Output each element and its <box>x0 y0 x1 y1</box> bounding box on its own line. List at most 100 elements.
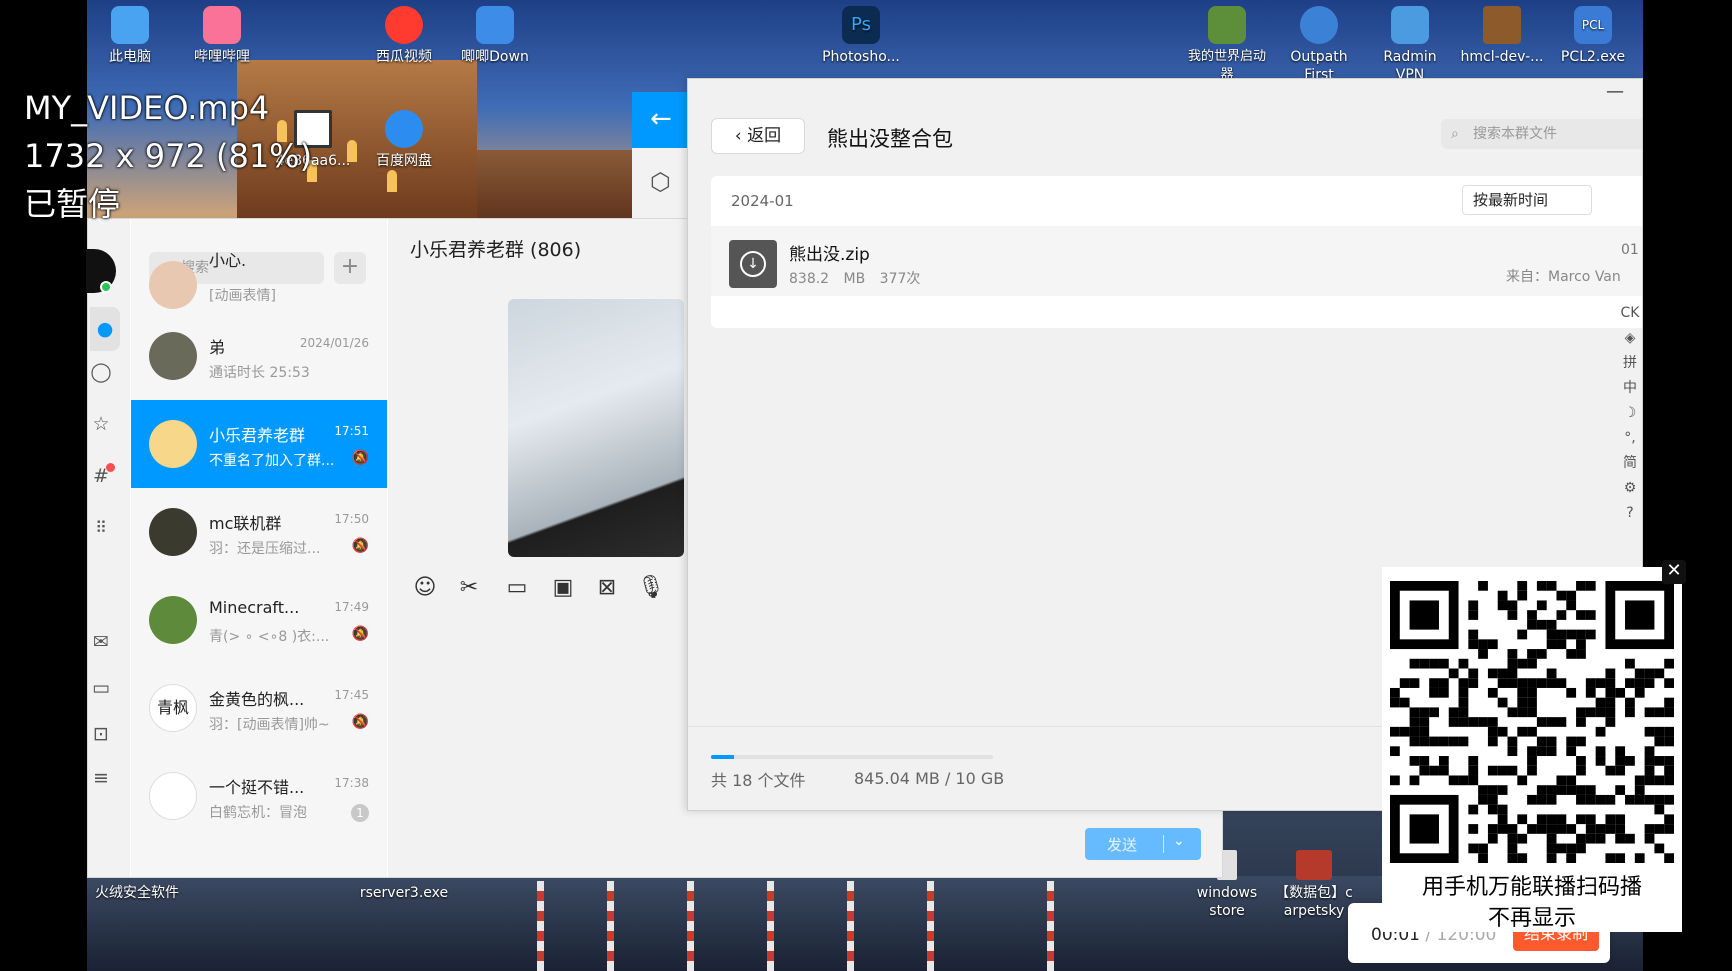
sort-select[interactable]: 按最新时间 <box>1462 185 1592 215</box>
file-search-input[interactable]: ⌕ 搜索本群文件 <box>1441 119 1642 149</box>
ime-ck[interactable]: CK <box>1618 301 1642 326</box>
folder-icon[interactable]: ▭ <box>90 677 112 699</box>
chat-item[interactable]: 青枫 金黄色的枫... 17:45 羽：[动画表情]帅~ 🔕 <box>131 664 387 752</box>
ime-moon-icon[interactable]: ☽ <box>1618 401 1642 426</box>
desktop-icon-hmcl[interactable]: hmcl-dev-... <box>1459 4 1545 66</box>
ime-pinyin[interactable]: 拼 <box>1618 351 1642 376</box>
overlay-resolution: 1732 x 972 (81%) <box>24 137 313 175</box>
ime-tool-icon[interactable]: ◈ <box>1618 326 1642 351</box>
baidu-pan-icon <box>385 110 423 148</box>
file-name: 熊出没.zip <box>789 245 870 265</box>
chat-avatar <box>149 772 197 820</box>
xigua-icon <box>385 6 423 44</box>
chat-avatar <box>149 332 197 380</box>
bilibili-icon <box>203 6 241 44</box>
back-button[interactable]: ‹ 返回 <box>711 118 805 154</box>
chat-avatar <box>149 261 197 309</box>
desktop-icon-bilibili[interactable]: 哔哩哔哩 <box>179 4 265 66</box>
mute-bell-icon: 🔕 <box>351 714 369 730</box>
chat-item-active[interactable]: 小乐君养老群 17:51 不重名了加入了群... 🔕 <box>131 400 387 488</box>
pole-decoration <box>607 881 614 971</box>
emoji-icon[interactable]: ☺ <box>410 573 440 603</box>
desktop-icon-rserver[interactable]: rserver3.exe <box>359 884 449 902</box>
ime-simplified[interactable]: 简 <box>1618 451 1642 476</box>
favorite-icon[interactable]: ☆ <box>90 413 112 435</box>
desktop-icon-mc-launcher[interactable]: 我的世界启动器 <box>1184 4 1270 84</box>
qq-sidebar: ● ◯ ☆ # ⠿ ✉ ▭ ⊡ ≡ <box>86 219 130 877</box>
chat-icon[interactable]: ● <box>90 307 120 351</box>
arrow-left-icon: ← <box>650 104 672 134</box>
desktop-icon-xigua[interactable]: 西瓜视频 <box>361 4 447 66</box>
chat-avatar <box>149 420 197 468</box>
desktop-icon-huorong[interactable]: 火绒安全软件 <box>87 884 187 902</box>
nav-back-panel[interactable]: ← <box>632 92 692 148</box>
send-button[interactable]: 发送 ⌄ <box>1085 828 1201 860</box>
desktop-icon-jijidown[interactable]: 唧唧Down <box>452 4 538 66</box>
chat-item[interactable]: Minecraft... 17:49 青(> ∘ <∘8 )衣:... 🔕 <box>131 576 387 664</box>
pcl2-icon: PCL <box>1574 6 1612 44</box>
desktop-icon-this-pc[interactable]: 此电脑 <box>87 4 173 66</box>
pole-decoration <box>767 881 774 971</box>
desktop-icon-radmin[interactable]: Radmin VPN <box>1367 4 1453 84</box>
chat-avatar <box>149 508 197 556</box>
image-icon[interactable]: ▣ <box>548 573 578 603</box>
overlay-filename: MY_VIDEO.mp4 <box>24 89 270 127</box>
recording-overlay-text: MY_VIDEO.mp4 1732 x 972 (81%) 已暂停 <box>24 84 312 228</box>
chat-list: ⌕ 搜索 + 小心. [动画表情] 弟 2024/01/26 通话时长 25:5… <box>131 219 387 877</box>
scissors-icon[interactable]: ✂ <box>454 573 484 603</box>
app-shortcut-panel[interactable]: ⬡ <box>632 148 692 218</box>
chat-title: 小乐君养老群 (806) <box>410 239 582 261</box>
unread-badge: 1 <box>351 804 369 822</box>
mailbox-icon[interactable]: ⊠ <box>592 573 622 603</box>
gear-icon[interactable]: ⚙ <box>1618 476 1642 501</box>
chat-item[interactable]: 弟 2024/01/26 通话时长 25:53 <box>131 312 387 400</box>
microphone-icon[interactable]: 🎙 <box>636 573 666 603</box>
folder-icon[interactable]: ▭ <box>502 573 532 603</box>
desktop-icon-pcl2[interactable]: PCL PCL2.exe <box>1550 4 1636 66</box>
mail-icon[interactable]: ✉ <box>90 631 112 653</box>
dont-show-again-link[interactable]: 不再显示 <box>1382 900 1682 932</box>
file-row[interactable]: ↓ 熊出没.zip 838.2 MB 377次 01 来自：Marco Van <box>711 226 1642 296</box>
notification-dot <box>106 463 115 472</box>
pole-decoration <box>537 881 544 971</box>
collection-icon[interactable]: ⊡ <box>90 723 112 745</box>
month-header: 2024-01 <box>731 192 794 210</box>
pole-decoration <box>927 881 934 971</box>
chevron-down-icon[interactable]: ⌄ <box>1173 833 1185 849</box>
contacts-icon[interactable]: ◯ <box>90 361 112 383</box>
close-icon[interactable]: ✕ <box>1662 560 1686 584</box>
jijidown-icon <box>476 6 514 44</box>
chat-item[interactable]: mc联机群 17:50 羽：还是压缩过... 🔕 <box>131 488 387 576</box>
minecraft-launcher-icon <box>1208 6 1246 44</box>
pole-decoration <box>847 881 854 971</box>
qr-caption: 用手机万能联播扫码播 <box>1421 875 1642 900</box>
minimize-button[interactable]: — <box>1606 81 1624 102</box>
file-meta: 838.2 MB 377次 <box>789 268 920 288</box>
archive-icon <box>1296 850 1332 880</box>
storage-progress <box>711 755 993 759</box>
desktop-icon-photoshop[interactable]: Ps Photosho... <box>818 4 904 66</box>
desktop-icon-baidu-pan[interactable]: 百度网盘 <box>361 108 447 170</box>
computer-icon <box>111 6 149 44</box>
ime-chinese[interactable]: 中 <box>1618 376 1642 401</box>
window-light <box>387 170 397 192</box>
file-count: 共 18 个文件 <box>711 771 806 790</box>
mute-bell-icon: 🔕 <box>351 626 369 642</box>
chat-image-message[interactable] <box>508 299 684 557</box>
file-downloads: 377次 <box>879 271 921 287</box>
radmin-vpn-icon <box>1391 6 1429 44</box>
mute-bell-icon: 🔕 <box>351 538 369 554</box>
overlay-status: 已暂停 <box>24 185 121 223</box>
help-icon[interactable]: ? <box>1618 501 1642 526</box>
chat-avatar <box>149 596 197 644</box>
menu-icon[interactable]: ≡ <box>90 767 112 789</box>
ime-punct-icon[interactable]: °, <box>1618 426 1642 451</box>
ime-toolbar: CK ◈ 拼 中 ☽ °, 简 ⚙ ? <box>1618 301 1642 526</box>
file-uploader: 来自：Marco Van <box>1506 269 1621 285</box>
qr-code[interactable] <box>1390 581 1674 863</box>
apps-icon[interactable]: ⠿ <box>90 517 112 539</box>
download-icon[interactable]: ↓ <box>729 240 777 288</box>
file-date: 01 <box>1621 242 1639 258</box>
chat-item[interactable]: 一个挺不错... 17:38 白鹤忘机：冒泡 1 <box>131 752 387 840</box>
desktop-icon-datapack[interactable]: 【数据包】carpetsky <box>1271 848 1357 920</box>
